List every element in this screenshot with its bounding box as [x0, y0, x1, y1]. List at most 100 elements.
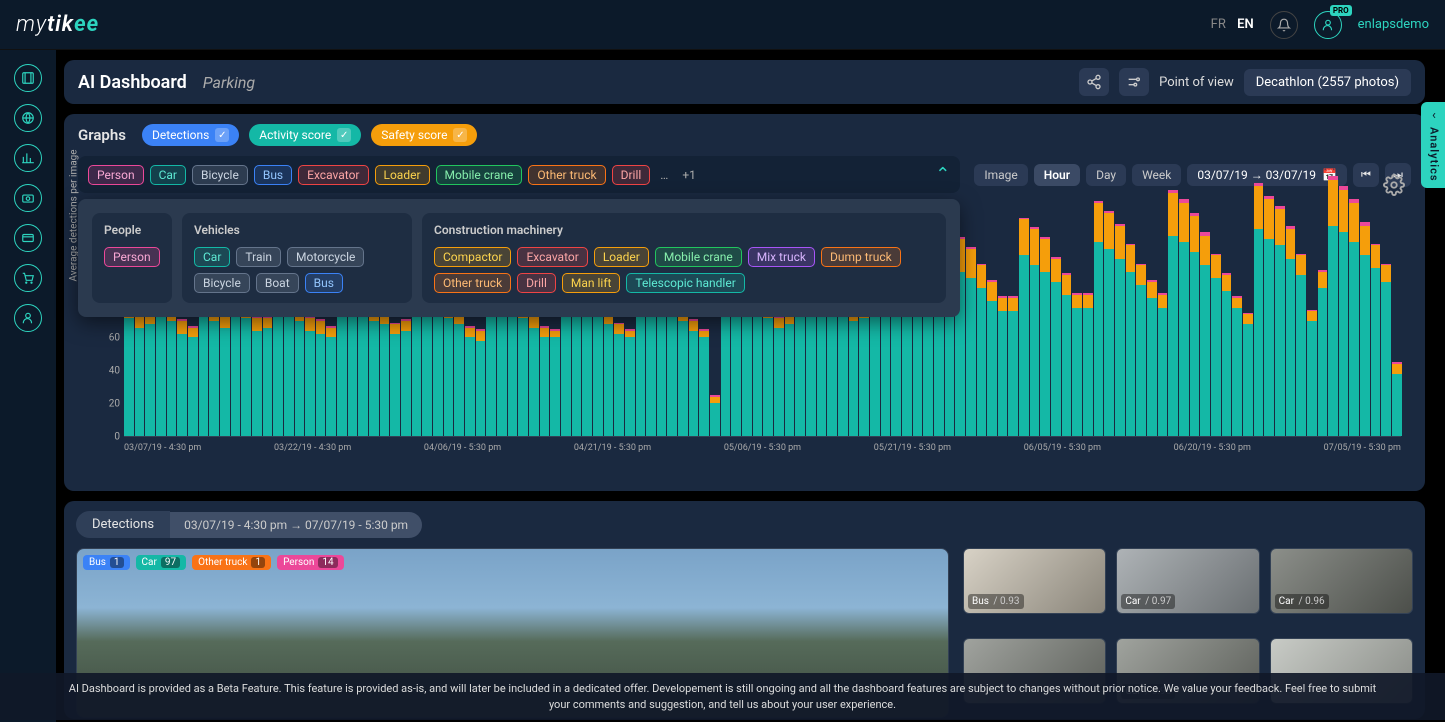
pov-select[interactable]: Decathlon (2557 photos): [1244, 69, 1411, 96]
chart-bar[interactable]: [167, 303, 177, 436]
chart-bar[interactable]: [145, 313, 155, 436]
language-switch[interactable]: FR EN: [1211, 17, 1254, 32]
chart-bar[interactable]: [849, 306, 859, 436]
chart-bar[interactable]: [1051, 257, 1061, 436]
tag-other-truck[interactable]: Other truck: [434, 273, 511, 293]
chart-bar[interactable]: [1339, 186, 1349, 436]
tag-car[interactable]: Car: [194, 247, 230, 267]
chart-bar[interactable]: [1072, 293, 1082, 436]
chart-bar[interactable]: [369, 303, 379, 436]
chart-bar[interactable]: [316, 319, 326, 436]
chart-bar[interactable]: [1136, 264, 1146, 436]
tag-car[interactable]: Car: [150, 165, 186, 185]
sidebar-film-icon[interactable]: [14, 64, 42, 92]
settings-icon[interactable]: [1119, 68, 1149, 96]
chart-bar[interactable]: [1371, 244, 1381, 436]
sidebar-globe-icon[interactable]: [14, 104, 42, 132]
share-icon[interactable]: [1079, 68, 1109, 96]
chart-bar[interactable]: [785, 313, 795, 436]
tag-bus[interactable]: Bus: [254, 165, 292, 185]
tag-telescopic-handler[interactable]: Telescopic handler: [626, 273, 744, 293]
chart-bar[interactable]: [710, 395, 720, 436]
tag-boat[interactable]: Boat: [256, 273, 299, 293]
chart-bar[interactable]: [998, 296, 1008, 436]
sidebar-chart-icon[interactable]: [14, 144, 42, 172]
chart-bar[interactable]: [295, 303, 305, 436]
chart-bar[interactable]: [263, 316, 273, 436]
time-day[interactable]: Day: [1086, 164, 1126, 186]
chart-bar[interactable]: [1307, 310, 1317, 436]
detection-thumb[interactable]: Car / 0.97: [1116, 548, 1259, 614]
chart-bar[interactable]: [1349, 199, 1359, 436]
pill-activity[interactable]: Activity score✓: [249, 124, 361, 146]
chart-bar[interactable]: [1147, 280, 1157, 436]
chart-bar[interactable]: [177, 319, 187, 436]
chart-bar[interactable]: [1019, 218, 1029, 436]
notifications-icon[interactable]: [1270, 11, 1298, 39]
chart-bar[interactable]: [209, 300, 219, 436]
detections-tab[interactable]: Detections: [76, 511, 170, 538]
chart-bar[interactable]: [774, 316, 784, 436]
tag-dump-truck[interactable]: Dump truck: [821, 247, 901, 267]
chart-bar[interactable]: [763, 300, 773, 436]
filter-box[interactable]: Person Car Bicycle Bus Excavator Loader …: [78, 156, 960, 193]
lang-fr[interactable]: FR: [1211, 17, 1226, 32]
chart-bar[interactable]: [188, 326, 198, 436]
detection-badge[interactable]: Car97: [136, 555, 187, 570]
chart-bar[interactable]: [1222, 273, 1232, 436]
chevron-up-icon[interactable]: ⌃: [935, 164, 950, 185]
chart-bar[interactable]: [1062, 273, 1072, 436]
chart-bar[interactable]: [444, 300, 454, 436]
chart-bar[interactable]: [390, 323, 400, 436]
chart-bar[interactable]: [678, 303, 688, 436]
gear-icon[interactable]: [1383, 174, 1405, 196]
chart-bar[interactable]: [1254, 183, 1264, 436]
chart-bar[interactable]: [987, 280, 997, 436]
chart-bar[interactable]: [1264, 196, 1274, 436]
chart-bar[interactable]: [454, 310, 464, 436]
tag-man-lift[interactable]: Man lift: [562, 273, 621, 293]
chart-bar[interactable]: [1158, 293, 1168, 436]
avatar[interactable]: PRO: [1314, 11, 1342, 39]
chart-bar[interactable]: [220, 310, 230, 436]
chart-bar[interactable]: [124, 300, 134, 436]
chart-bar[interactable]: [1040, 237, 1050, 436]
chart-bar[interactable]: [966, 247, 976, 436]
tag-drill[interactable]: Drill: [612, 165, 651, 185]
chart-bar[interactable]: [252, 316, 262, 436]
chart-bar[interactable]: [476, 329, 486, 436]
chart-bar[interactable]: [1318, 270, 1328, 436]
tag-train[interactable]: Train: [236, 247, 281, 267]
chart-bar[interactable]: [1104, 211, 1114, 436]
chart-bar[interactable]: [241, 300, 251, 436]
tag-person[interactable]: Person: [104, 247, 160, 267]
tag-excavator[interactable]: Excavator: [298, 165, 368, 185]
chart-bar[interactable]: [305, 316, 315, 436]
chart-bar[interactable]: [1360, 222, 1370, 436]
chart-bar[interactable]: [135, 306, 145, 436]
chart-bar[interactable]: [625, 329, 635, 436]
rewind-icon[interactable]: ⏮: [1353, 163, 1379, 187]
chart-bar[interactable]: [1211, 254, 1221, 436]
detection-badge[interactable]: Other truck1: [192, 555, 271, 570]
tag-motorcycle[interactable]: Motorcycle: [287, 247, 364, 267]
detection-badge[interactable]: Bus1: [83, 555, 130, 570]
sidebar-cart-icon[interactable]: [14, 264, 42, 292]
chart-bar[interactable]: [1296, 254, 1306, 436]
detection-thumb[interactable]: Car / 0.96: [1270, 548, 1413, 614]
chart-bar[interactable]: [326, 326, 336, 436]
logo[interactable]: mytikee: [16, 12, 99, 37]
chart-bar[interactable]: [923, 300, 933, 436]
chart-bar[interactable]: [1083, 293, 1093, 436]
chart-bar[interactable]: [1275, 206, 1285, 436]
pill-safety[interactable]: Safety score✓: [371, 124, 477, 146]
chart-bar[interactable]: [1243, 313, 1253, 436]
sidebar-user-icon[interactable]: [14, 304, 42, 332]
chart-bar[interactable]: [1286, 226, 1296, 436]
analytics-tab[interactable]: ‹ Analytics: [1421, 102, 1445, 188]
tag-person[interactable]: Person: [88, 165, 144, 185]
chart-bar[interactable]: [604, 310, 614, 436]
chart-bar[interactable]: [550, 329, 560, 436]
time-image[interactable]: Image: [974, 164, 1027, 186]
chart-bar[interactable]: [1030, 227, 1040, 436]
